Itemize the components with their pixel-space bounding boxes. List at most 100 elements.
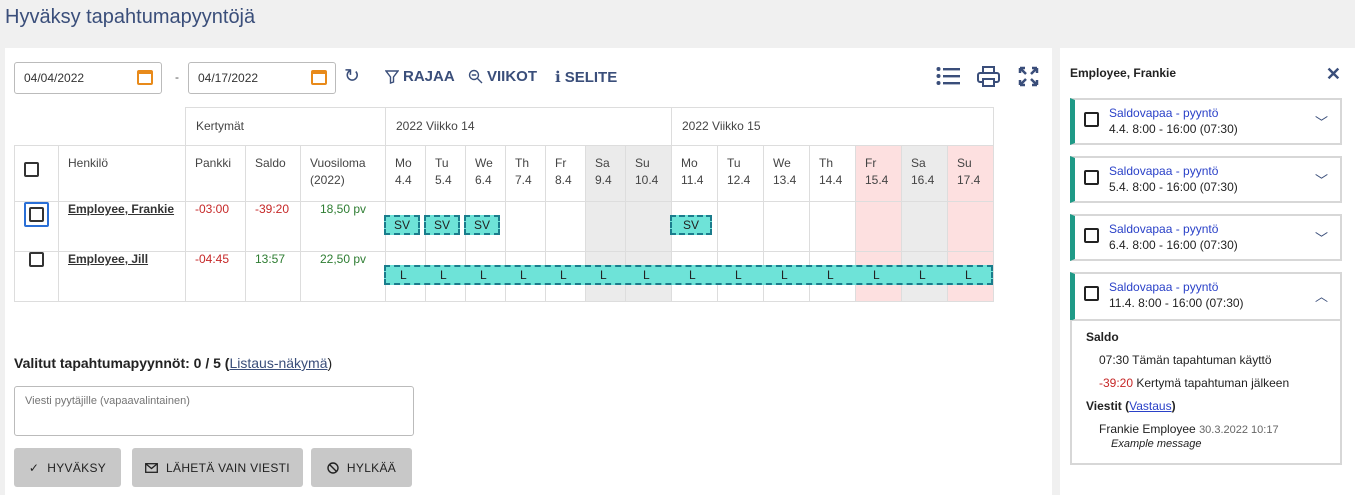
- selite-button[interactable]: ℹ SELITE: [555, 68, 618, 87]
- send-message-label: LÄHETÄ VAIN VIESTI: [166, 460, 290, 475]
- day-date: 17.4: [957, 173, 981, 187]
- reject-button[interactable]: HYLKÄÄ: [311, 448, 412, 487]
- selected-label: Valitut tapahtumapyynnöt: 0 / 5 (: [14, 355, 230, 371]
- message-meta: Frankie Employee 30.3.2022 10:17: [1099, 422, 1326, 436]
- chevron-down-icon[interactable]: ﹀: [1315, 170, 1328, 189]
- request-card[interactable]: Saldovapaa - pyyntö 4.4. 8:00 - 16:00 (0…: [1070, 98, 1342, 145]
- day-header: Mo 11.4: [671, 145, 718, 202]
- request-checkbox[interactable]: [1084, 286, 1099, 301]
- employee-name: Employee, Frankie: [1070, 66, 1177, 80]
- page-title: Hyväksy tapahtumapyyntöjä: [5, 6, 256, 28]
- vuosiloma-label: Vuosiloma: [310, 156, 366, 170]
- row-select-cell: [14, 251, 59, 302]
- request-detail: Saldo 07:30 Tämän tapahtuman käyttö -39:…: [1070, 320, 1342, 465]
- request-checkbox[interactable]: [1084, 112, 1099, 127]
- close-icon[interactable]: ✕: [1326, 64, 1341, 85]
- l-event-bar[interactable]: L L L L L L L L L L L L L L: [384, 265, 993, 285]
- zoom-out-icon: [468, 69, 483, 84]
- day-cell: [505, 201, 546, 252]
- row-checkbox[interactable]: [29, 252, 44, 268]
- start-date-value: 04/04/2022: [24, 71, 85, 85]
- kertymat-header: Kertymät: [185, 107, 386, 146]
- request-checkbox[interactable]: [1084, 170, 1099, 185]
- row-checkbox[interactable]: [29, 207, 44, 223]
- request-time: 11.4. 8:00 - 16:00 (07:30): [1109, 296, 1244, 310]
- print-icon[interactable]: [977, 66, 1000, 92]
- calendar-icon[interactable]: [137, 70, 153, 85]
- day-name: Tu: [727, 156, 741, 170]
- list-view-icon[interactable]: [936, 66, 960, 91]
- l-label: L: [827, 268, 834, 282]
- pankki-cell: -04:45: [185, 251, 246, 302]
- refresh-icon[interactable]: ↻: [344, 67, 360, 86]
- day-header: Su 10.4: [625, 145, 672, 202]
- start-date-input[interactable]: 04/04/2022: [14, 62, 162, 94]
- usage-line: 07:30 Tämän tapahtuman käyttö: [1099, 353, 1326, 367]
- request-title: Saldovapaa - pyyntö: [1109, 106, 1219, 120]
- message-input[interactable]: [14, 386, 414, 436]
- end-date-input[interactable]: 04/17/2022: [188, 62, 336, 94]
- person-link[interactable]: Employee, Frankie: [68, 202, 174, 216]
- list-view-link[interactable]: Listaus-näkymä: [229, 355, 327, 371]
- l-label: L: [919, 268, 926, 282]
- day-name: We: [773, 156, 791, 170]
- rajaa-button[interactable]: RAJAA: [385, 68, 455, 85]
- day-cell: [809, 201, 856, 252]
- vuosiloma-cell: 18,50 pv: [300, 201, 386, 252]
- sv-label: SV: [682, 218, 699, 232]
- send-message-button[interactable]: LÄHETÄ VAIN VIESTI: [132, 448, 303, 487]
- day-cell: [901, 201, 948, 252]
- sv-label: SV: [473, 218, 490, 232]
- request-time: 6.4. 8:00 - 16:00 (07:30): [1109, 238, 1238, 252]
- l-label: L: [520, 268, 527, 282]
- vuosiloma-header: Vuosiloma (2022): [300, 145, 386, 202]
- sv-event-chip[interactable]: SV: [464, 215, 500, 235]
- usage-value: 07:30: [1099, 353, 1130, 367]
- sv-event-chip[interactable]: SV: [670, 215, 712, 235]
- day-name: Fr: [865, 156, 877, 170]
- chevron-down-icon[interactable]: ﹀: [1315, 228, 1328, 247]
- request-checkbox[interactable]: [1084, 228, 1099, 243]
- day-name: Fr: [555, 156, 567, 170]
- after-value: -39:20: [1099, 376, 1134, 390]
- l-label: L: [400, 268, 407, 282]
- calendar-icon[interactable]: [311, 70, 327, 85]
- after-label: Kertymä tapahtuman jälkeen: [1136, 376, 1290, 390]
- saldo-cell: -39:20: [245, 201, 301, 252]
- day-header: We 13.4: [763, 145, 810, 202]
- day-header: Su 17.4: [947, 145, 994, 202]
- vuosiloma-cell: 22,50 pv: [300, 251, 386, 302]
- end-date-value: 04/17/2022: [198, 71, 259, 85]
- day-cell: [545, 201, 586, 252]
- select-all-checkbox[interactable]: [24, 162, 39, 178]
- request-card[interactable]: Saldovapaa - pyyntö 6.4. 8:00 - 16:00 (0…: [1070, 214, 1342, 261]
- selite-label: SELITE: [564, 68, 618, 86]
- day-header: Tu 5.4: [425, 145, 466, 202]
- message-author: Frankie Employee: [1099, 422, 1196, 436]
- request-card[interactable]: Saldovapaa - pyyntö 5.4. 8:00 - 16:00 (0…: [1070, 156, 1342, 203]
- day-date: 13.4: [773, 173, 797, 187]
- day-name: Mo: [395, 156, 412, 170]
- fullscreen-icon[interactable]: [1018, 66, 1039, 92]
- request-title: Saldovapaa - pyyntö: [1109, 280, 1219, 294]
- person-link[interactable]: Employee, Jill: [68, 252, 148, 266]
- approve-button[interactable]: ✓ HYVÄKSY: [14, 448, 121, 487]
- pankki-cell: -03:00: [185, 201, 246, 252]
- reply-link[interactable]: Vastaus: [1129, 399, 1171, 413]
- select-all-cell: [14, 145, 59, 202]
- row-checkbox-focus[interactable]: [24, 202, 49, 228]
- pankki-header: Pankki: [185, 145, 246, 202]
- request-card-expanded[interactable]: Saldovapaa - pyyntö 11.4. 8:00 - 16:00 (…: [1070, 272, 1342, 321]
- sv-event-chip[interactable]: SV: [424, 215, 460, 235]
- day-header: Th 14.4: [809, 145, 856, 202]
- reject-label: HYLKÄÄ: [346, 460, 397, 475]
- message-timestamp: 30.3.2022 10:17: [1199, 424, 1279, 436]
- selected-summary: Valitut tapahtumapyynnöt: 0 / 5 (Listaus…: [14, 355, 332, 371]
- sv-event-chip[interactable]: SV: [384, 215, 420, 235]
- person-header: Henkilö: [58, 145, 186, 202]
- viikot-button[interactable]: VIIKOT: [468, 68, 537, 85]
- chevron-up-icon[interactable]: ︿: [1315, 286, 1328, 305]
- day-header: Fr 8.4: [545, 145, 586, 202]
- chevron-down-icon[interactable]: ﹀: [1315, 112, 1328, 131]
- sv-label: SV: [393, 218, 410, 232]
